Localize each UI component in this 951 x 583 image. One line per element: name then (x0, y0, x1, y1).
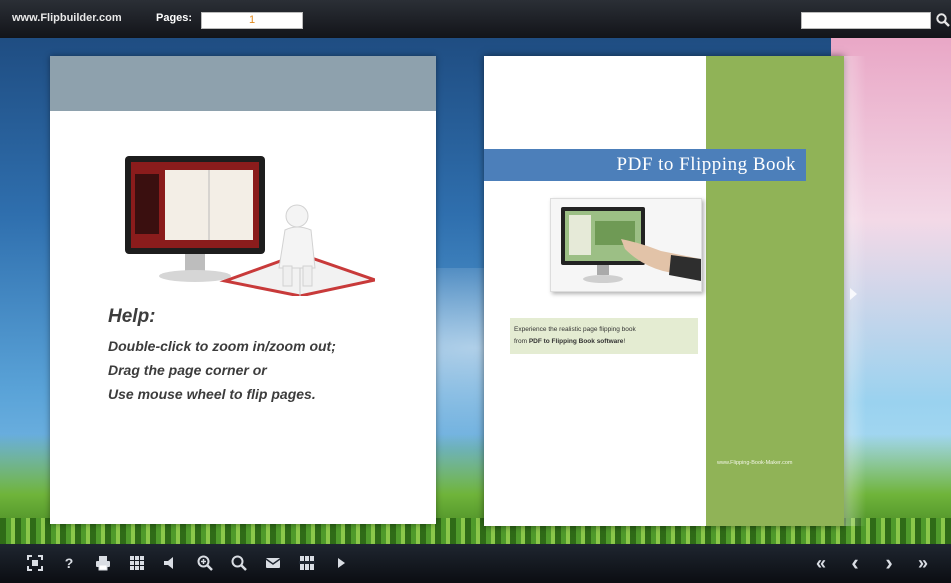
page-turn-hint-icon[interactable] (850, 288, 857, 300)
help-line-3: Use mouse wheel to flip pages. (108, 386, 316, 402)
print-icon[interactable] (94, 554, 112, 572)
first-page-button[interactable]: « (812, 554, 830, 572)
right-book-page[interactable]: PDF to Flipping Book Experience the real… (484, 56, 844, 526)
bottom-toolbar: ? « ‹ › » (0, 544, 951, 583)
pages-label: Pages: (156, 12, 193, 24)
help-line-1: Double-click to zoom in/zoom out; (108, 338, 336, 354)
page-number-input[interactable]: 1 (201, 12, 303, 29)
book-stage: Help: Double-click to zoom in/zoom out; … (0, 38, 951, 544)
search-icon[interactable] (230, 554, 248, 572)
email-icon[interactable] (264, 554, 282, 572)
desc-prefix: from (514, 338, 529, 345)
desc-line-2: from PDF to Flipping Book software! (514, 336, 694, 348)
speaker-icon[interactable] (162, 554, 180, 572)
brand-link[interactable]: www.Flipbuilder.com (12, 12, 122, 24)
next-page-button[interactable]: › (880, 552, 898, 574)
share-icon[interactable] (298, 554, 316, 572)
prev-page-button[interactable]: ‹ (846, 552, 864, 574)
cover-title-band: PDF to Flipping Book (484, 149, 806, 181)
desc-bold: PDF to Flipping Book software (528, 338, 624, 345)
help-illustration (125, 156, 375, 296)
left-page-header (50, 56, 436, 111)
search-icon[interactable] (935, 12, 951, 28)
play-icon[interactable] (332, 554, 350, 572)
last-page-button[interactable]: » (914, 554, 932, 572)
cover-photo (550, 198, 702, 292)
desc-suffix: ! (623, 338, 626, 345)
left-book-page[interactable]: Help: Double-click to zoom in/zoom out; … (50, 56, 436, 524)
help-text-block: Help: Double-click to zoom in/zoom out; … (108, 306, 336, 406)
grid-icon[interactable] (128, 554, 146, 572)
cover-site-url: www.Flipping-Book-Maker.com (717, 460, 793, 466)
cover-green-column (706, 56, 844, 526)
top-toolbar: www.Flipbuilder.com Pages: 1 (0, 0, 951, 38)
search-input[interactable] (801, 12, 931, 29)
fullscreen-icon[interactable] (26, 554, 44, 572)
cover-title: PDF to Flipping Book (616, 154, 796, 175)
desc-line-1: Experience the realistic page flipping b… (514, 326, 636, 333)
help-line-2: Drag the page corner or (108, 362, 267, 378)
cover-description: Experience the realistic page flipping b… (510, 318, 698, 354)
help-icon[interactable]: ? (60, 554, 78, 572)
help-title: Help: (108, 306, 156, 327)
zoom-in-icon[interactable] (196, 554, 214, 572)
